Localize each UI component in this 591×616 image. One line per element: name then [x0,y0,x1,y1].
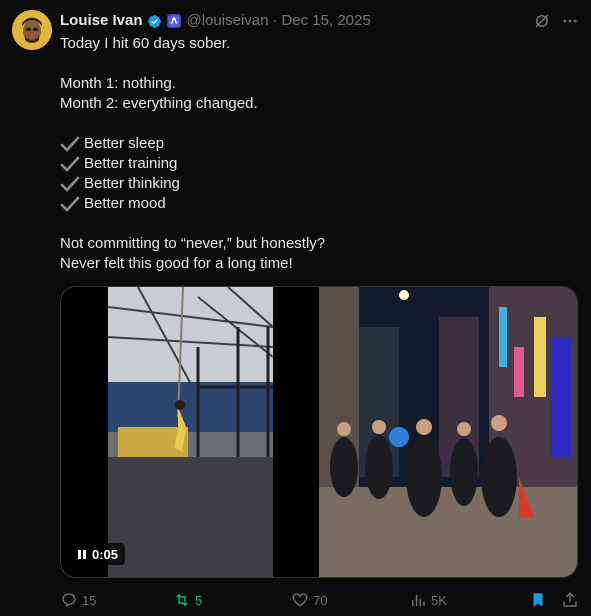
verified-icon[interactable] [147,14,162,29]
post-text: Today I hit 60 days sober. Month 1: noth… [60,34,570,274]
gym-scene-image [108,287,273,577]
avatar-image [12,10,52,50]
views-icon [412,594,425,606]
check-mark-icon [60,176,80,192]
checklist-label: Better sleep [84,135,165,152]
reply-icon [62,593,76,608]
post-line: Not committing to “never,” but honestly? [60,235,326,252]
repost-count: 5 [195,592,203,608]
more-icon[interactable] [561,12,579,30]
checklist-item: Better thinking [60,174,570,194]
checklist-item: Better mood [60,194,570,214]
video-right-panel [319,287,577,577]
pause-icon[interactable] [78,549,86,559]
video-player[interactable]: 0:05 [60,286,578,578]
reply-count: 15 [82,592,97,608]
video-left-panel [61,287,319,577]
checklist-item: Better sleep [60,134,570,154]
checklist-label: Better training [84,155,178,172]
post-line: Month 1: nothing. [60,75,176,92]
checklist-label: Better mood [84,195,166,212]
repost-icon [176,593,188,607]
post-line: Today I hit 60 days sober. [60,35,231,52]
bookmark-icon[interactable] [529,591,547,609]
tweet-header: Louise Ivan @louiseivan · Dec 15, 2025 [60,12,579,30]
post-line [60,214,570,234]
post-line: Never felt this good for a long time! [60,255,293,272]
avatar[interactable] [12,10,52,50]
action-bar: 15 5 70 5K [60,590,579,610]
like-count: 70 [313,592,328,608]
post-line [60,114,570,134]
video-time: 0:05 [92,546,119,562]
tweet-card[interactable]: Louise Ivan @louiseivan · Dec 15, 2025 T… [0,0,591,616]
video-timer[interactable]: 0:05 [71,543,126,565]
like-icon [292,593,308,607]
like-button[interactable]: 70 [291,591,409,609]
separator-dot: · [272,12,278,29]
views-count: 5K [431,592,447,608]
share-icon[interactable] [561,591,579,609]
repost-button[interactable]: 5 [173,591,291,609]
check-mark-icon [60,156,80,172]
post-line [60,54,570,74]
check-mark-icon [60,196,80,212]
checklist-item: Better training [60,154,570,174]
post-date[interactable]: Dec 15, 2025 [281,12,370,30]
author-name[interactable]: Louise Ivan [60,12,143,30]
checklist-label: Better thinking [84,175,180,192]
post-line: Month 2: everything changed. [60,95,258,112]
street-scene-image [319,287,577,577]
reply-button[interactable]: 15 [60,591,173,609]
grok-icon[interactable] [533,12,551,30]
author-handle[interactable]: @louiseivan [187,12,269,30]
views-button[interactable]: 5K [409,591,529,609]
affiliate-badge-icon[interactable] [166,14,181,28]
check-mark-icon [60,136,80,152]
